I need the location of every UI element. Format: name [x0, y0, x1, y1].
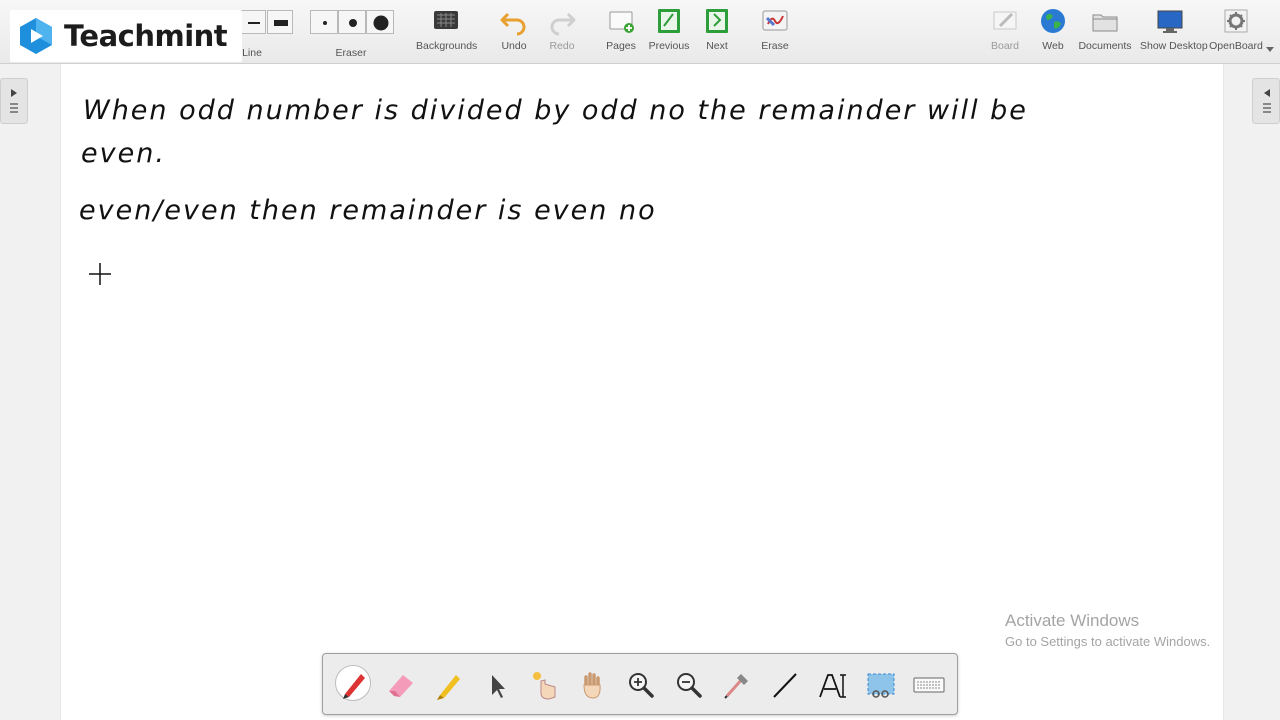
- eraser-label: Eraser: [335, 47, 367, 59]
- openboard-menu-button[interactable]: OpenBoard: [1206, 6, 1266, 60]
- web-label: Web: [1042, 40, 1064, 52]
- zoom-out-icon: [677, 673, 702, 698]
- laser-icon: [533, 672, 556, 700]
- zoom-in-button[interactable]: [623, 667, 659, 703]
- handwriting-line-2: even.: [81, 138, 166, 169]
- line-icon: [773, 673, 797, 698]
- redo-icon: [550, 12, 576, 36]
- text-icon: [819, 674, 846, 698]
- redo-label: Redo: [549, 40, 575, 52]
- pen-tool-button[interactable]: [335, 665, 371, 701]
- show-desktop-label: Show Desktop: [1140, 40, 1208, 52]
- text-tool-button[interactable]: [815, 667, 851, 703]
- keyboard-icon: [913, 677, 945, 693]
- eraser-small-button[interactable]: [310, 10, 338, 34]
- stylus-palette: [322, 653, 958, 715]
- activate-windows-watermark: Activate Windows Go to Settings to activ…: [1005, 611, 1210, 649]
- next-page-icon: [706, 9, 728, 33]
- folder-icon: [1092, 14, 1118, 32]
- handwriting-line-1: When odd number is divided by odd no the…: [83, 95, 1028, 126]
- erase-label: Erase: [761, 40, 789, 52]
- line-thick-button[interactable]: [267, 10, 293, 34]
- left-panel: [0, 64, 60, 720]
- top-toolbar: Line Eraser Backgrounds Undo Redo Pages …: [0, 0, 1280, 64]
- eraser-medium-button[interactable]: [338, 10, 366, 34]
- marker-icon: [437, 675, 460, 700]
- erase-button[interactable]: Erase: [745, 6, 805, 60]
- eraser-large-button[interactable]: [366, 10, 394, 34]
- backgrounds-label: Backgrounds: [416, 40, 478, 52]
- arrow-left-icon: [1263, 89, 1271, 113]
- documents-label: Documents: [1078, 40, 1132, 52]
- line-thin-button[interactable]: [240, 10, 266, 34]
- openboard-window: Line Eraser Backgrounds Undo Redo Pages …: [0, 0, 1280, 720]
- redo-button[interactable]: Redo: [532, 6, 592, 60]
- board-icon: [993, 11, 1017, 30]
- eraser-tool-button[interactable]: [383, 667, 419, 703]
- zoom-in-icon: [629, 673, 654, 698]
- monitor-icon: [1157, 10, 1183, 33]
- right-panel: [1224, 64, 1280, 720]
- zoom-out-button[interactable]: [671, 667, 707, 703]
- next-label: Next: [706, 40, 728, 52]
- line-tool-button[interactable]: [767, 667, 803, 703]
- arrow-right-icon: [10, 89, 18, 113]
- handwriting-line-3: even/even then remainder is even no: [79, 195, 657, 226]
- pointer-icon: [492, 675, 505, 698]
- interact-tool-button[interactable]: [527, 667, 563, 703]
- gear-icon: [1224, 9, 1248, 33]
- activate-windows-title: Activate Windows: [1005, 611, 1140, 630]
- capture-tool-button[interactable]: [863, 667, 899, 703]
- teachmint-logo-text: Teachmint: [64, 19, 228, 53]
- previous-page-icon: [658, 9, 680, 33]
- line-style-group: [240, 10, 296, 36]
- add-page-icon: [609, 11, 634, 33]
- documents-button[interactable]: Documents: [1075, 6, 1135, 60]
- crosshair-cursor-icon: [89, 263, 111, 285]
- backgrounds-button[interactable]: Backgrounds: [416, 6, 478, 60]
- teachmint-logo-icon: [20, 18, 52, 54]
- chevron-down-icon[interactable]: [1266, 47, 1274, 52]
- hand-icon: [583, 672, 601, 699]
- eraser-icon: [389, 675, 413, 697]
- teachmint-logo: Teachmint: [10, 10, 242, 62]
- keyboard-button[interactable]: [911, 667, 947, 703]
- hand-tool-button[interactable]: [575, 667, 611, 703]
- marker-tool-button[interactable]: [431, 667, 467, 703]
- selector-tool-button[interactable]: [479, 667, 515, 703]
- undo-icon: [500, 12, 526, 36]
- globe-icon: [1041, 9, 1065, 33]
- web-button[interactable]: Web: [1023, 6, 1083, 60]
- pen-icon: [343, 674, 365, 699]
- show-desktop-button[interactable]: Show Desktop: [1140, 6, 1208, 60]
- activate-windows-subtitle: Go to Settings to activate Windows.: [1005, 634, 1211, 649]
- right-palette-toggle[interactable]: [1252, 78, 1280, 124]
- next-button[interactable]: Next: [687, 6, 747, 60]
- openboard-label: OpenBoard: [1209, 40, 1263, 52]
- eraser-size-group: [310, 10, 396, 36]
- color-picker-icon: [724, 674, 748, 699]
- pointer-tool-button[interactable]: [719, 667, 755, 703]
- capture-icon: [867, 673, 895, 698]
- backgrounds-icon: [434, 11, 458, 29]
- left-palette-toggle[interactable]: [0, 78, 28, 124]
- erase-board-icon: [762, 10, 788, 31]
